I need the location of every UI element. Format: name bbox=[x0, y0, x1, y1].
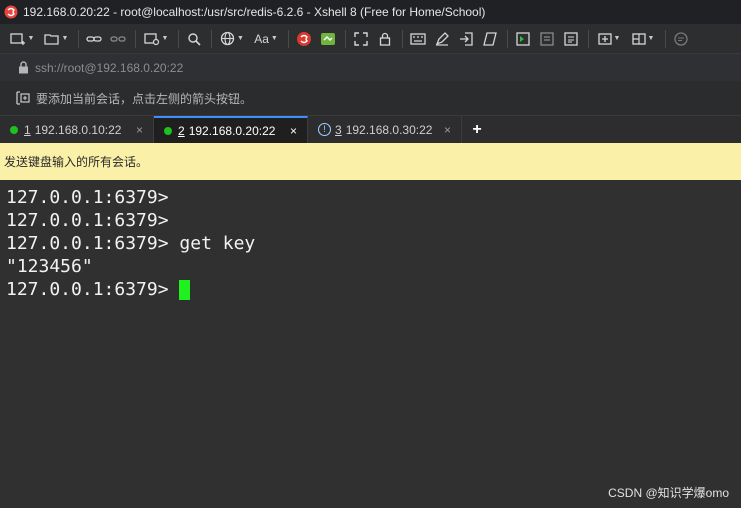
disconnect-button[interactable] bbox=[107, 28, 129, 50]
tab-session-2[interactable]: 2 192.168.0.20:22 × bbox=[154, 116, 308, 143]
script-icon bbox=[483, 31, 497, 46]
link-icon bbox=[86, 35, 102, 42]
tab-session-3[interactable]: ! 3 192.168.0.30:22 × bbox=[308, 116, 462, 143]
log-button[interactable] bbox=[512, 28, 534, 50]
add-session-arrow-icon[interactable] bbox=[16, 91, 30, 105]
folder-icon bbox=[43, 33, 59, 45]
compose-pane-button[interactable] bbox=[560, 28, 582, 50]
chevron-down-icon: ▼ bbox=[61, 35, 69, 42]
send-to-all-bar[interactable]: 发送键盘输入的所有会话。 bbox=[0, 143, 741, 180]
send-file-button[interactable] bbox=[455, 28, 477, 50]
script-button[interactable] bbox=[479, 28, 501, 50]
tab-number: 2 bbox=[178, 123, 185, 138]
chevron-down-icon: ▼ bbox=[270, 35, 278, 42]
terminal-line: 127.0.0.1:6379> bbox=[6, 210, 169, 231]
expand-icon bbox=[354, 31, 368, 46]
login-icon bbox=[460, 31, 473, 46]
globe-icon bbox=[220, 31, 235, 46]
address-bar[interactable]: ssh://root@192.168.0.20:22 bbox=[0, 54, 741, 81]
toolbar-divider bbox=[178, 29, 179, 48]
font-icon: Aa bbox=[254, 31, 269, 46]
xshell-logo-icon bbox=[4, 5, 18, 19]
add-tab-icon bbox=[597, 32, 612, 45]
connected-status-icon bbox=[164, 126, 172, 135]
window-settings-icon bbox=[143, 32, 159, 45]
new-session-button[interactable]: ▼ bbox=[6, 28, 38, 50]
chevron-down-icon: ▼ bbox=[647, 35, 655, 42]
new-tab-button[interactable]: ▼ bbox=[593, 28, 625, 50]
close-icon[interactable]: × bbox=[444, 123, 451, 137]
chat-icon bbox=[674, 31, 688, 46]
keyboard-icon bbox=[410, 32, 426, 45]
keyboard-button[interactable] bbox=[407, 28, 429, 50]
help-button[interactable] bbox=[670, 28, 692, 50]
highlight-button[interactable] bbox=[431, 28, 453, 50]
chevron-down-icon: ▼ bbox=[161, 35, 169, 42]
toolbar-divider bbox=[345, 29, 346, 48]
tab-session-1[interactable]: 1 192.168.0.10:22 × bbox=[0, 116, 154, 143]
toolbar-divider bbox=[665, 29, 666, 48]
fullscreen-button[interactable] bbox=[350, 28, 372, 50]
toolbar-divider bbox=[288, 29, 289, 48]
reconnect-button[interactable] bbox=[83, 28, 105, 50]
tab-number: 1 bbox=[24, 122, 31, 137]
title-bar: 192.168.0.20:22 - root@localhost:/usr/sr… bbox=[0, 0, 741, 24]
warning-status-icon: ! bbox=[318, 123, 331, 136]
chevron-down-icon: ▼ bbox=[613, 35, 621, 42]
add-tab-button[interactable]: + bbox=[462, 116, 492, 143]
layout-icon bbox=[631, 32, 646, 45]
xftp-button[interactable] bbox=[317, 28, 339, 50]
compose-icon bbox=[540, 31, 554, 46]
terminal-prompt-line[interactable]: 127.0.0.1:6379> bbox=[6, 278, 741, 301]
xshell-button[interactable] bbox=[293, 28, 315, 50]
terminal-line: 127.0.0.1:6379> bbox=[6, 187, 169, 208]
document-icon bbox=[564, 31, 578, 46]
close-icon[interactable]: × bbox=[136, 123, 143, 137]
terminal-line: "123456" bbox=[6, 256, 93, 277]
new-session-icon bbox=[9, 32, 25, 45]
lock-button[interactable] bbox=[374, 28, 396, 50]
hint-text: 要添加当前会话，点击左侧的箭头按钮。 bbox=[36, 91, 253, 106]
toolbar-divider bbox=[588, 29, 589, 48]
font-button[interactable]: Aa ▼ bbox=[250, 28, 282, 50]
connected-status-icon bbox=[10, 125, 18, 134]
xshell-red-icon bbox=[297, 31, 311, 46]
chevron-down-icon: ▼ bbox=[237, 35, 244, 42]
toolbar-divider bbox=[507, 29, 508, 48]
unlink-icon bbox=[110, 35, 126, 42]
terminal-output[interactable]: 127.0.0.1:6379> 127.0.0.1:6379> 127.0.0.… bbox=[0, 180, 741, 508]
xftp-green-icon bbox=[321, 32, 335, 45]
lock-icon bbox=[19, 61, 28, 74]
window-title: 192.168.0.20:22 - root@localhost:/usr/sr… bbox=[23, 5, 486, 19]
tab-label: 192.168.0.10:22 bbox=[34, 122, 122, 137]
log-icon bbox=[516, 31, 530, 46]
layout-button[interactable]: ▼ bbox=[627, 28, 659, 50]
search-icon bbox=[188, 32, 201, 46]
chevron-down-icon: ▼ bbox=[27, 35, 35, 42]
pen-icon bbox=[435, 31, 449, 46]
toolbar-divider bbox=[135, 29, 136, 48]
toolbar: ▼ ▼ ▼ ▼ Aa ▼ ▼ ▼ bbox=[0, 24, 741, 54]
tab-label: 192.168.0.30:22 bbox=[345, 122, 433, 137]
encoding-button[interactable]: ▼ bbox=[216, 28, 248, 50]
csdn-watermark: CSDN @知识学爆omo bbox=[608, 486, 729, 500]
close-icon[interactable]: × bbox=[290, 124, 297, 138]
send-to-all-text: 发送键盘输入的所有会话。 bbox=[4, 155, 149, 169]
toolbar-divider bbox=[402, 29, 403, 48]
find-button[interactable] bbox=[183, 28, 205, 50]
terminal-cursor bbox=[179, 279, 191, 300]
terminal-prompt: 127.0.0.1:6379> bbox=[6, 279, 180, 300]
toolbar-divider bbox=[78, 29, 79, 48]
tab-label: 192.168.0.20:22 bbox=[188, 123, 276, 138]
open-session-button[interactable]: ▼ bbox=[40, 28, 72, 50]
session-properties-button[interactable]: ▼ bbox=[140, 28, 172, 50]
compose-button[interactable] bbox=[536, 28, 558, 50]
lock-icon bbox=[379, 32, 391, 46]
session-hint-bar: 要添加当前会话，点击左侧的箭头按钮。 bbox=[0, 81, 741, 116]
tab-number: 3 bbox=[335, 122, 342, 137]
address-text[interactable]: ssh://root@192.168.0.20:22 bbox=[35, 61, 183, 75]
session-tab-bar: 1 192.168.0.10:22 × 2 192.168.0.20:22 × … bbox=[0, 116, 741, 143]
terminal-line: 127.0.0.1:6379> get key bbox=[6, 233, 256, 254]
toolbar-divider bbox=[211, 29, 212, 48]
